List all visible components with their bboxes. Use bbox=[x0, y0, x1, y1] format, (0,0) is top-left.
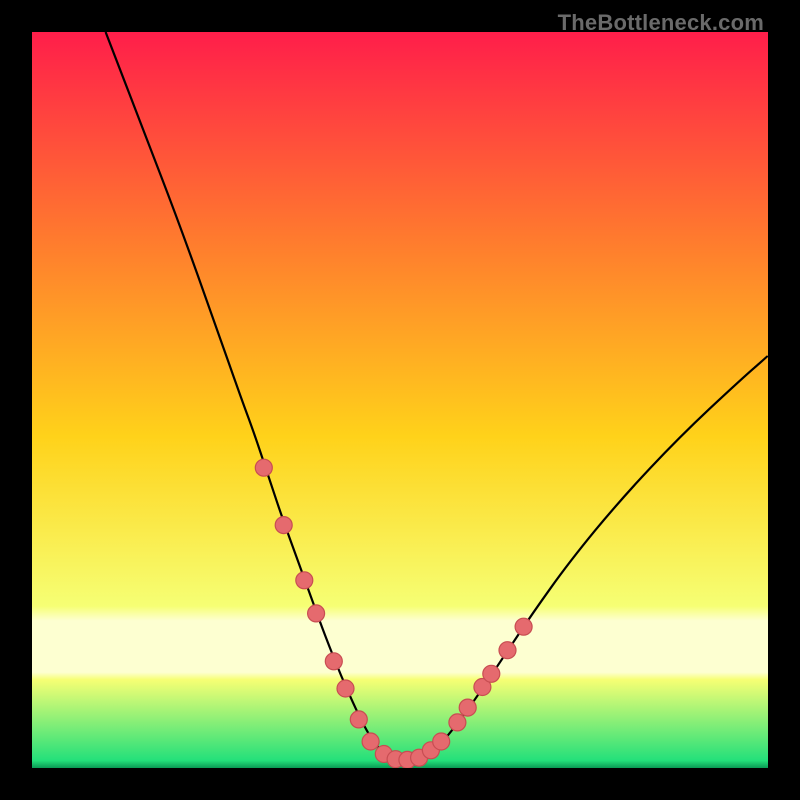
sample-dot bbox=[255, 459, 272, 476]
bottleneck-curve bbox=[106, 32, 768, 760]
curve-layer bbox=[32, 32, 768, 768]
plot-area bbox=[32, 32, 768, 768]
sample-dot bbox=[337, 680, 354, 697]
sample-dot bbox=[325, 653, 342, 670]
sample-dot bbox=[515, 618, 532, 635]
sample-dot bbox=[459, 699, 476, 716]
sample-dot bbox=[499, 642, 516, 659]
chart-canvas: TheBottleneck.com bbox=[0, 0, 800, 800]
sample-dot bbox=[483, 665, 500, 682]
sample-dot bbox=[308, 605, 325, 622]
sample-dot bbox=[449, 714, 466, 731]
sample-dot bbox=[275, 517, 292, 534]
sample-dot bbox=[362, 733, 379, 750]
sample-dot bbox=[433, 733, 450, 750]
watermark-text: TheBottleneck.com bbox=[558, 10, 764, 36]
sample-dots-group bbox=[255, 459, 532, 768]
sample-dot bbox=[350, 711, 367, 728]
sample-dot bbox=[296, 572, 313, 589]
